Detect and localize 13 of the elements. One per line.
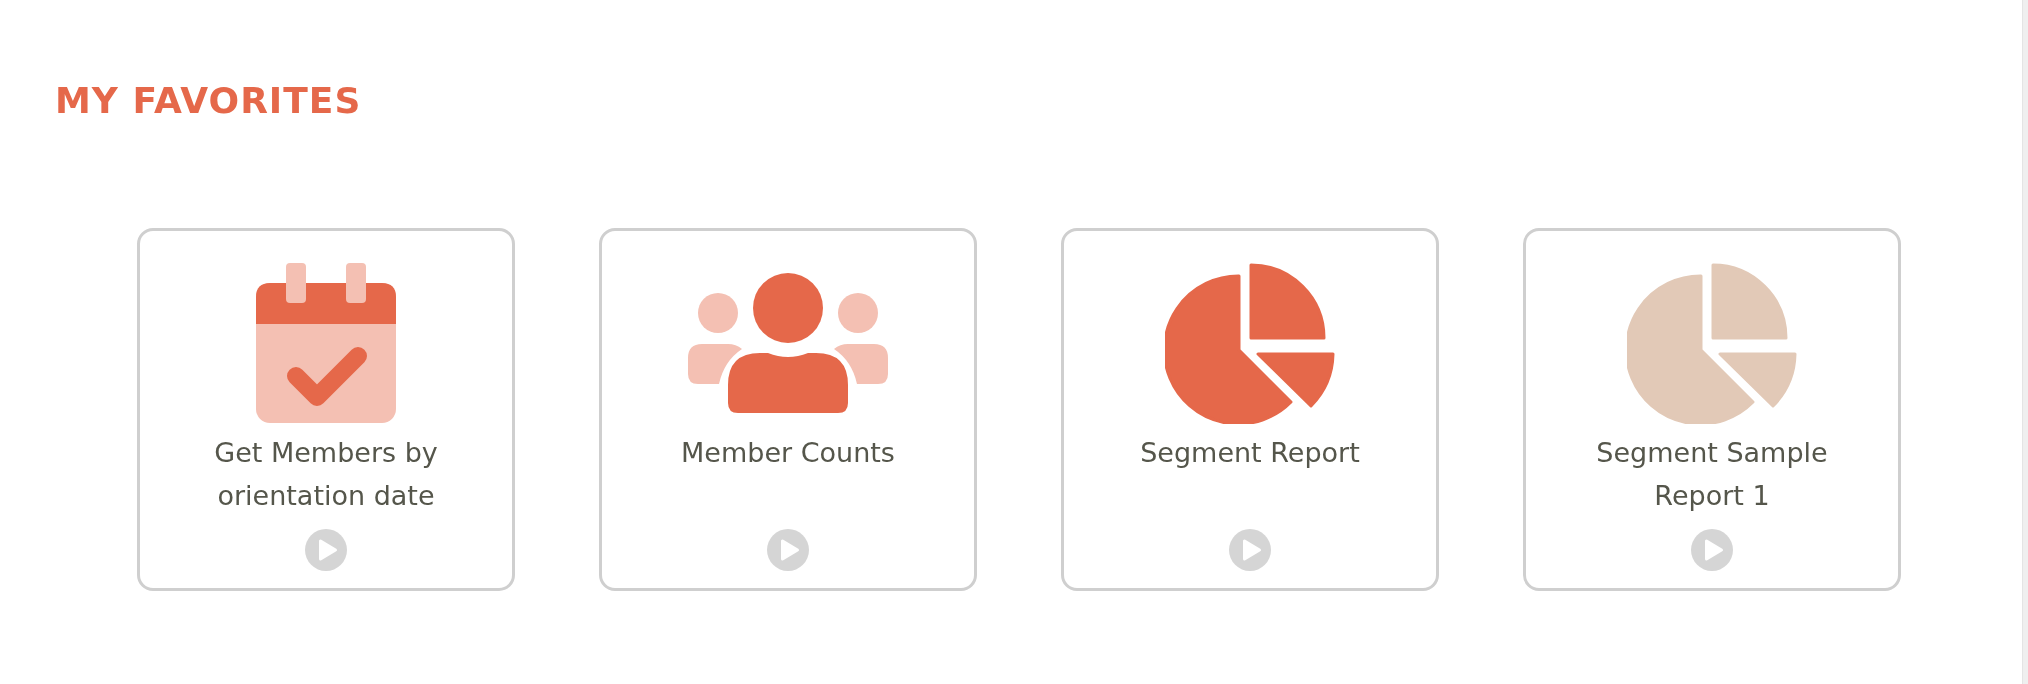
report-card[interactable]: Get Members by orientation date bbox=[137, 228, 515, 591]
play-icon[interactable] bbox=[1691, 529, 1733, 571]
report-title: Member Counts bbox=[681, 436, 895, 470]
play-icon[interactable] bbox=[1229, 529, 1271, 571]
report-card[interactable]: Member Counts bbox=[599, 228, 977, 591]
report-title: Segment Report bbox=[1140, 436, 1360, 470]
section-title: MY FAVORITES bbox=[55, 83, 362, 119]
play-icon[interactable] bbox=[305, 529, 347, 571]
report-card[interactable]: Segment Report bbox=[1061, 228, 1439, 591]
report-title: Segment Sample Report 1 bbox=[1595, 436, 1829, 513]
play-icon[interactable] bbox=[767, 529, 809, 571]
report-card[interactable]: Segment Sample Report 1 bbox=[1523, 228, 1901, 591]
report-title: Get Members by orientation date bbox=[213, 436, 439, 513]
